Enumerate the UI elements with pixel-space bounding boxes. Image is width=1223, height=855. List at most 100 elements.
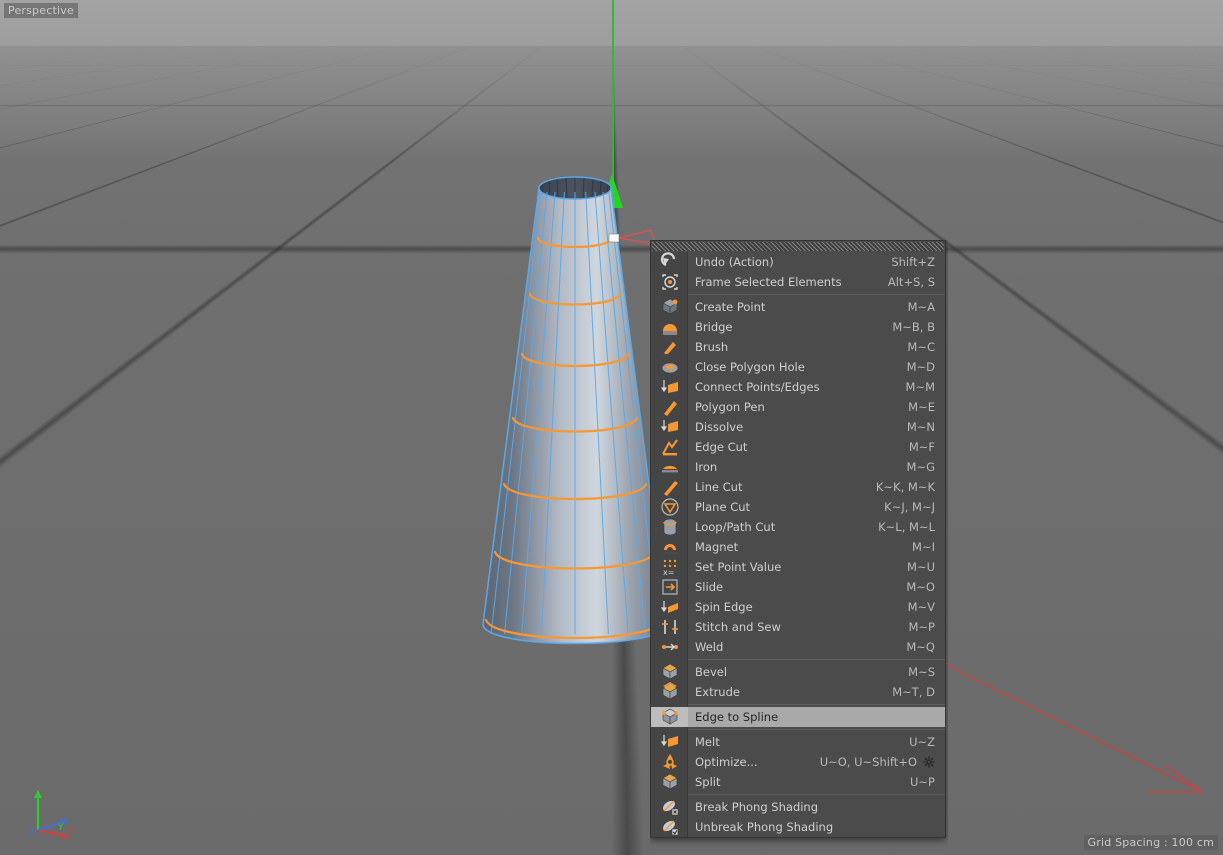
menu-item-shortcut: K~K, M~K [875,480,935,494]
close-polygon-hole-icon [651,357,688,377]
menu-item-label: Undo (Action) [695,255,774,269]
menu-item-create-point[interactable]: Create Point M~A [651,297,945,317]
gear-icon[interactable] [923,756,935,768]
menu-item-unbreak-phong-shading[interactable]: Unbreak Phong Shading [651,817,945,837]
menu-item-label: Line Cut [695,480,743,494]
unbreak-phong-icon [661,820,678,836]
menu-item-loop-path-cut[interactable]: Loop/Path Cut K~L, M~L [651,517,945,537]
magnet-icon [651,537,688,557]
menu-item-weld[interactable]: Weld M~Q [651,637,945,657]
stitch-and-sew-icon [661,620,678,634]
menu-item-melt[interactable]: Melt U~Z [651,732,945,752]
menu-item-label: Edge to Spline [695,710,779,724]
menu-drag-gripper[interactable] [652,242,944,251]
menu-item-shortcut: Alt+S, S [887,275,935,289]
menu-item-undo-action[interactable]: Undo (Action) Shift+Z [651,252,945,272]
menu-item-close-polygon-hole[interactable]: Close Polygon Hole M~D [651,357,945,377]
connect-points-edges-icon [651,377,688,397]
brush-icon [662,342,676,356]
axis-gizmo[interactable]: Y X Z [24,782,88,840]
dissolve-icon [660,420,678,432]
menu-item-shortcut: K~L, M~L [878,520,935,534]
menu-item-shortcut: M~N [906,420,935,434]
menu-item-shortcut: M~M [905,380,935,394]
menu-item-label: Polygon Pen [695,400,765,414]
menu-item-magnet[interactable]: Magnet M~I [651,537,945,557]
weld-icon [661,643,678,651]
plane-cut-icon [651,497,688,517]
menu-item-spin-edge[interactable]: Spin Edge M~V [651,597,945,617]
menu-item-label: Bevel [695,665,728,679]
menu-item-slide[interactable]: Slide M~O [651,577,945,597]
menu-item-optimize[interactable]: Optimize... U~O, U~Shift+O [651,752,945,772]
create-point-icon [651,297,688,317]
menu-item-bridge[interactable]: Bridge M~B, B [651,317,945,337]
menu-item-label: Connect Points/Edges [695,380,820,394]
bevel-icon [651,662,688,682]
menu-separator [688,794,945,795]
viewport-name-label[interactable]: Perspective [4,3,78,18]
menu-item-edge-to-spline[interactable]: Edge to Spline [651,707,945,727]
menu-item-dissolve[interactable]: Dissolve M~N [651,417,945,437]
menu-item-label: Unbreak Phong Shading [695,820,834,834]
menu-item-list: Undo (Action) Shift+Z Frame Selected Elem… [651,252,945,837]
undo-icon [651,252,688,272]
melt-icon [660,735,678,747]
menu-item-shortcut: M~V [907,600,935,614]
edge-cut-icon [661,439,678,456]
split-icon [651,772,688,792]
menu-item-shortcut: U~O, U~Shift+O [819,755,917,769]
perspective-viewport[interactable]: Perspective Grid Spacing : 100 cm Y X Z [0,0,1223,855]
menu-item-connect-points-edges[interactable]: Connect Points/Edges M~M [651,377,945,397]
menu-item-shortcut: M~Q [906,640,935,654]
menu-item-shortcut: M~B, B [892,320,935,334]
loop-path-cut-icon [651,517,688,537]
grid-spacing-label: Grid Spacing : 100 cm [1083,835,1218,850]
menu-item-shortcut: M~O [906,580,935,594]
slide-icon [661,579,678,595]
menu-item-break-phong-shading[interactable]: Break Phong Shading [651,797,945,817]
menu-item-shortcut: M~T, D [892,685,935,699]
menu-item-label: Break Phong Shading [695,800,819,814]
bridge-icon [651,317,688,337]
menu-item-plane-cut[interactable]: Plane Cut K~J, M~J [651,497,945,517]
bridge-icon [662,324,677,335]
menu-item-label: Melt [695,735,720,749]
menu-item-edge-cut[interactable]: Edge Cut M~F [651,437,945,457]
menu-item-shortcut: M~E [908,400,935,414]
menu-item-bevel[interactable]: Bevel M~S [651,662,945,682]
menu-item-shortcut: K~J, M~J [884,500,935,514]
axis-y-label: Y [57,823,64,833]
plane-cut-icon [660,498,679,516]
gear-icon[interactable] [923,756,935,768]
brush-icon [651,337,688,357]
menu-item-line-cut[interactable]: Line Cut K~K, M~K [651,477,945,497]
menu-item-iron[interactable]: Iron M~G [651,457,945,477]
unbreak-phong-icon [651,817,688,837]
weld-icon [651,637,688,657]
menu-item-extrude[interactable]: Extrude M~T, D [651,682,945,702]
menu-item-label: Plane Cut [695,500,751,514]
extrude-icon [661,682,678,700]
menu-item-label: Close Polygon Hole [695,360,805,374]
menu-item-set-point-value[interactable]: x= Set Point Value M~U [651,557,945,577]
break-phong-icon [661,800,678,816]
menu-item-polygon-pen[interactable]: Polygon Pen M~E [651,397,945,417]
menu-item-label: Extrude [695,685,740,699]
menu-separator [688,729,945,730]
menu-item-shortcut: M~A [907,300,935,314]
break-phong-icon [651,797,688,817]
mesh-commands-menu[interactable]: Undo (Action) Shift+Z Frame Selected Elem… [650,240,946,838]
bevel-icon [661,663,678,680]
menu-item-stitch-and-sew[interactable]: Stitch and Sew M~P [651,617,945,637]
menu-item-label: Weld [695,640,724,654]
iron-icon [651,457,688,477]
menu-item-brush[interactable]: Brush M~C [651,337,945,357]
menu-item-label: Spin Edge [695,600,753,614]
menu-item-split[interactable]: Split U~P [651,772,945,792]
menu-item-frame-selected-elements[interactable]: Frame Selected Elements Alt+S, S [651,272,945,292]
menu-item-shortcut: M~C [907,340,935,354]
split-icon [661,773,678,790]
menu-item-shortcut: U~Z [909,735,935,749]
menu-separator [688,659,945,660]
